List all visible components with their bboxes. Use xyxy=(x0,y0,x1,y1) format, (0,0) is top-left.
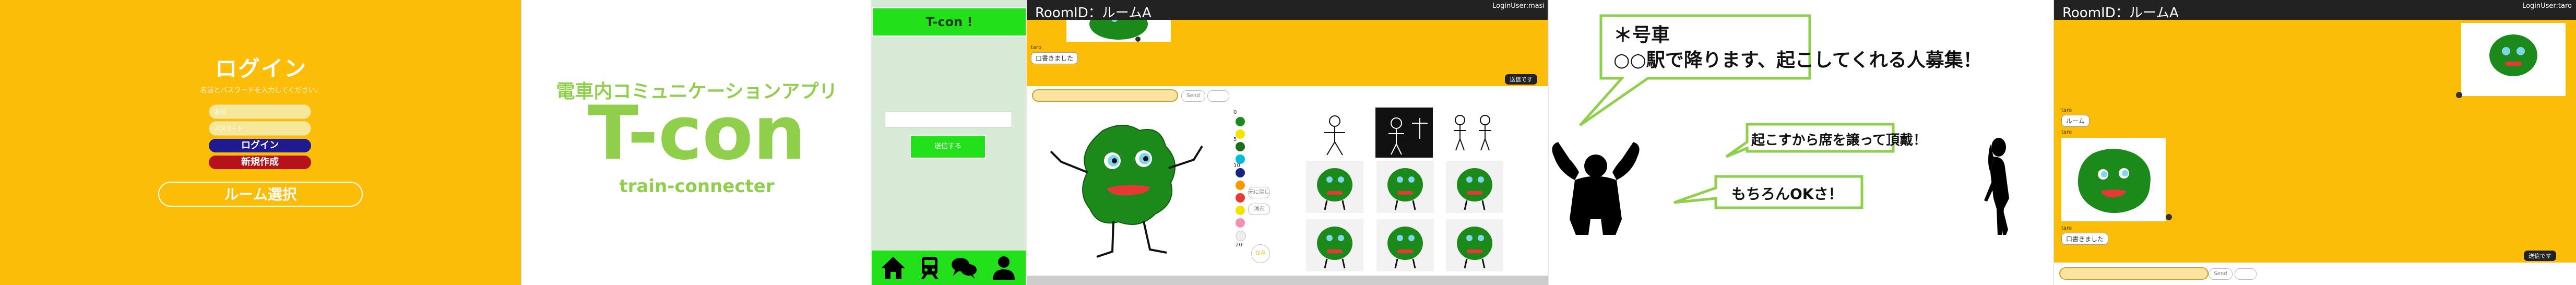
gallery-thumbnail[interactable] xyxy=(1375,108,1433,158)
announcement-text: ＊号車 ○○駅で降ります、起こしてくれる人募集！ xyxy=(1613,25,1982,71)
chat-screen: RoomID：ルームA LoginUser:taro taro ルーム taro… xyxy=(2054,0,2576,285)
home-icon[interactable] xyxy=(879,255,907,281)
gallery-thumbnail[interactable] xyxy=(1444,108,1502,158)
login-subtitle: 名前とパスワードを入力してください。 xyxy=(200,87,322,94)
mobile-submit-button[interactable]: 送信する xyxy=(910,135,986,159)
mobile-input[interactable] xyxy=(885,112,1012,127)
gallery-thumbnail[interactable] xyxy=(1306,111,1363,161)
stickman-sketch xyxy=(1324,115,1345,156)
draw-chat-screen: RoomID：ルームA LoginUser:masi tarо 口書きました 送… xyxy=(1027,0,1549,285)
chat-message: 口書きました xyxy=(1031,52,1078,64)
color-swatch[interactable] xyxy=(1236,129,1245,139)
ok-reply-text: もちろんOKさ！ xyxy=(1731,185,1843,203)
color-swatch[interactable] xyxy=(1236,218,1245,228)
name-input[interactable]: 名前 xyxy=(209,104,311,119)
train-icon[interactable] xyxy=(916,255,944,281)
reaction-icon[interactable] xyxy=(2456,92,2462,98)
color-swatch[interactable] xyxy=(1236,142,1245,151)
color-swatch[interactable] xyxy=(1236,193,1245,203)
color-swatch[interactable] xyxy=(1236,168,1245,177)
message-sender: taro xyxy=(2061,129,2072,135)
size-label: 20 xyxy=(1236,242,1242,248)
message-input[interactable] xyxy=(2059,267,2209,280)
reaction-icon[interactable] xyxy=(2166,214,2172,220)
send-button[interactable]: Send xyxy=(2209,268,2233,280)
size-label: 0 xyxy=(1233,110,1237,115)
room-select-button[interactable]: ルーム選択 xyxy=(158,182,363,207)
message-sender: taro xyxy=(2061,225,2072,231)
color-swatch[interactable] xyxy=(1236,231,1246,241)
drawn-image-message xyxy=(1066,20,1171,42)
login-screen: ログイン 名前とパスワードを入力してください。 名前 パスワード ログイン 新規… xyxy=(0,0,522,285)
mobile-nav-bar xyxy=(872,251,1026,285)
size-label: 5 xyxy=(1233,137,1237,142)
room-header: RoomID：ルームA LoginUser:masi xyxy=(1027,0,1548,21)
send-status-button[interactable]: 送信です xyxy=(1505,74,1537,85)
room-title: RoomID：ルームA xyxy=(1035,5,1152,21)
save-button[interactable]: 保存 xyxy=(1251,244,1270,263)
chat-message: ルーム xyxy=(2061,115,2090,127)
woman-silhouette xyxy=(1984,138,2009,235)
login-title: ログイン xyxy=(215,56,307,81)
logo-screen: 電車内コミュニケーションアプリ T-con train-connecter xyxy=(522,0,872,285)
sketch-figures xyxy=(1454,115,1491,151)
mobile-screen: T-con ! 送信する xyxy=(872,0,1027,285)
color-swatch[interactable] xyxy=(1236,117,1245,126)
chat-area[interactable]: tarо 口書きました 送信です xyxy=(1027,20,1548,86)
sketch-dark xyxy=(1388,117,1428,155)
seat-reply-text: 起こすから席を譲って頂戴！ xyxy=(1751,133,1927,148)
message-sender: taro xyxy=(2061,108,2072,113)
mobile-header: T-con ! xyxy=(872,7,1026,37)
man-silhouette xyxy=(1552,142,1640,235)
input-bar: Send xyxy=(2054,263,2576,285)
drawing-canvas[interactable] xyxy=(1046,110,1212,266)
chat-icon[interactable] xyxy=(950,255,978,281)
clear-button[interactable] xyxy=(2235,268,2257,280)
send-status-button[interactable]: 送信です xyxy=(2524,251,2556,261)
logo-title: T-con xyxy=(588,90,806,176)
logo-subtitle: train-connecter xyxy=(619,176,775,197)
story-illustration: ＊号車 ○○駅で降ります、起こしてくれる人募集！ 起こすから席を譲って頂戴！ も… xyxy=(1549,0,2054,285)
reaction-icon[interactable] xyxy=(1135,37,1141,42)
password-input[interactable]: パスワード xyxy=(209,121,311,136)
login-user: LoginUser:taro xyxy=(2522,2,2572,10)
drawn-image-message xyxy=(2061,138,2166,221)
clear-button[interactable] xyxy=(1207,90,1229,102)
color-swatch[interactable] xyxy=(1236,181,1245,190)
horizontal-scrollbar[interactable] xyxy=(1027,276,1548,285)
send-button[interactable]: Send xyxy=(1181,90,1205,102)
gallery-character-grid[interactable] xyxy=(1306,161,1504,275)
signup-button[interactable]: 新規作成 xyxy=(209,156,311,169)
message-sender: tarо xyxy=(1031,45,1042,51)
room-title: RoomID：ルームA xyxy=(2062,5,2179,21)
login-user: LoginUser:masi xyxy=(1492,2,1545,10)
erase-button[interactable]: 消去 xyxy=(1248,204,1270,215)
drawn-image-message xyxy=(2461,23,2566,96)
chat-message: 口書きました xyxy=(2061,233,2109,245)
undo-button[interactable]: 元に戻し xyxy=(1248,187,1270,198)
color-swatch[interactable] xyxy=(1236,206,1245,215)
user-icon[interactable] xyxy=(990,255,1018,281)
room-header: RoomID：ルームA LoginUser:taro xyxy=(2054,0,2576,21)
message-input[interactable] xyxy=(1032,89,1178,102)
login-button[interactable]: ログイン xyxy=(209,139,311,152)
